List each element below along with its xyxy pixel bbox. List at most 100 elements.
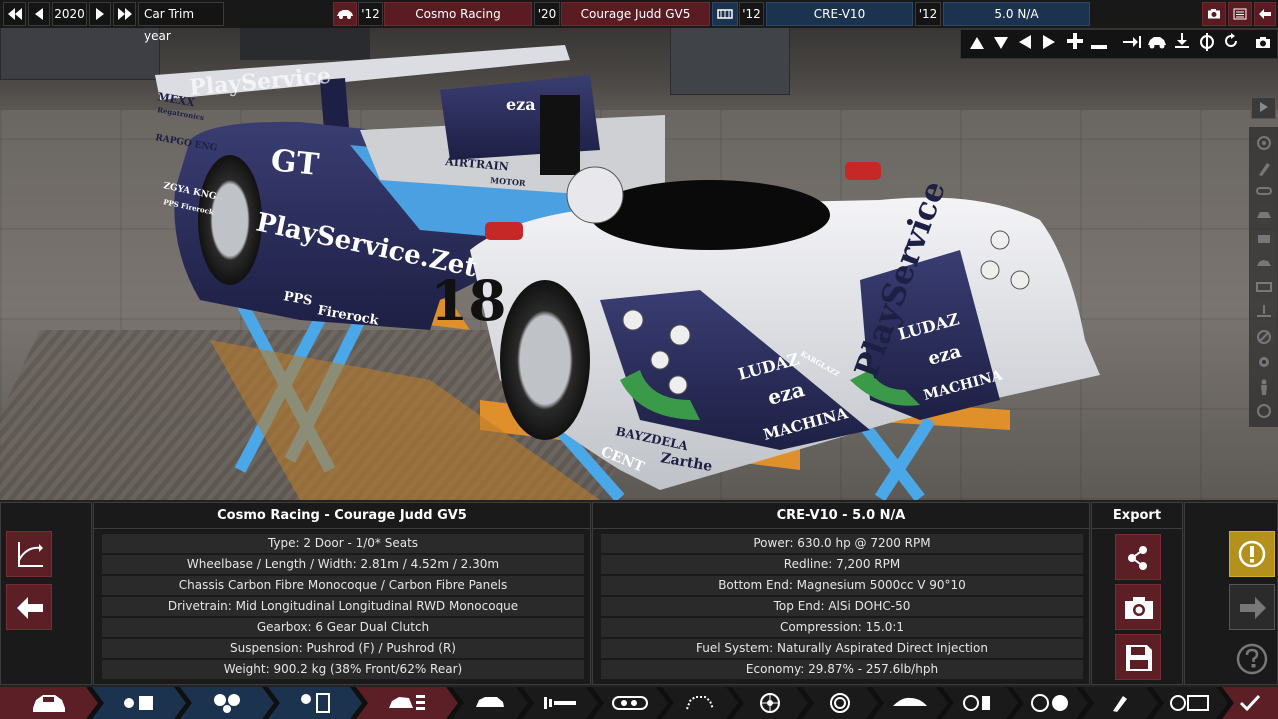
steering-tab-icon [1030, 693, 1070, 713]
help-button[interactable] [1229, 636, 1275, 682]
exit-icon [1259, 9, 1271, 19]
export-photo-button[interactable] [1115, 584, 1161, 630]
next-year-button[interactable] [89, 2, 111, 26]
view-tool-interior[interactable] [1255, 232, 1273, 250]
company-name[interactable]: Cosmo Racing [384, 2, 532, 26]
view-tool-car[interactable] [1255, 256, 1273, 274]
engine-family[interactable]: CRE-V10 [766, 2, 913, 26]
screenshot-button[interactable] [1202, 2, 1226, 26]
view-tools-strip [1249, 127, 1278, 427]
zoom-out-button[interactable] [1088, 33, 1110, 55]
engine-info-row: Power: 630.0 hp @ 7200 RPM [601, 534, 1083, 553]
rotate-button[interactable] [1196, 33, 1218, 55]
camera-right-button[interactable] [1038, 33, 1060, 55]
workflow-tabs [0, 687, 1278, 719]
view-tool-glasses[interactable] [1255, 184, 1273, 202]
next-icon [96, 8, 104, 20]
photo-button[interactable] [1252, 33, 1274, 55]
model-tab-icon [121, 693, 157, 713]
camera-controls [960, 29, 1278, 59]
tab-wheels[interactable] [732, 687, 808, 719]
share-button[interactable] [1115, 534, 1161, 580]
left-actions [0, 502, 92, 685]
help-icon [1236, 643, 1268, 675]
tab-brakes[interactable] [802, 687, 878, 719]
tab-body[interactable] [452, 687, 528, 719]
warning-icon [1238, 540, 1266, 568]
tab-aero[interactable] [662, 687, 738, 719]
paint-icon [1259, 163, 1270, 176]
tab-finish[interactable] [1222, 687, 1278, 719]
3d-viewport[interactable]: GT PlayService.Zet PPS Firerock PlayServ… [0, 0, 1278, 500]
ground-button[interactable] [1171, 33, 1193, 55]
car-view-button[interactable] [1146, 33, 1168, 55]
reset-camera-button[interactable] [1220, 33, 1242, 55]
sidebar-expand-button[interactable] [1251, 97, 1276, 119]
tab-underbody[interactable] [872, 687, 948, 719]
menu-button[interactable] [1228, 2, 1252, 26]
underbody-tab-icon [892, 695, 928, 711]
view-tool-underbody[interactable] [1255, 304, 1273, 322]
year-field[interactable]: 2020 [52, 2, 87, 26]
livery-gt: GT [269, 143, 321, 183]
warning-button[interactable] [1229, 531, 1275, 577]
view-tool-person[interactable] [1255, 379, 1273, 397]
camera-icon [1256, 37, 1270, 48]
tab-steering[interactable] [1012, 687, 1088, 719]
view-tool-settings[interactable] [1255, 354, 1273, 372]
tab-engine[interactable] [268, 687, 362, 719]
car-info-row: Suspension: Pushrod (F) / Pushrod (R) [102, 639, 584, 658]
graph-button[interactable] [6, 531, 52, 577]
hide-icon [1257, 330, 1271, 344]
grille-icon [1256, 282, 1272, 292]
next-button[interactable] [1229, 584, 1275, 630]
pan-button[interactable] [1121, 33, 1143, 55]
tab-testing[interactable] [1152, 687, 1228, 719]
tab-car[interactable] [0, 687, 98, 719]
tab-model[interactable] [92, 687, 186, 719]
zoom-in-button[interactable] [1064, 33, 1086, 55]
engine-chassis-button[interactable] [712, 2, 738, 26]
tab-car-design[interactable] [356, 687, 458, 719]
last-year-button[interactable] [113, 2, 136, 26]
car-info-panel: Cosmo Racing - Courage Judd GV5 Type: 2 … [93, 502, 591, 685]
model-name[interactable]: Courage Judd GV5 [561, 2, 710, 26]
body-icon [1257, 212, 1271, 218]
prev-year-button[interactable] [28, 2, 50, 26]
view-tool-grille[interactable] [1255, 280, 1273, 298]
rotate-icon [1200, 33, 1214, 51]
car-info-row: Gearbox: 6 Gear Dual Clutch [102, 618, 584, 637]
camera-up-button[interactable] [966, 33, 988, 55]
engine-tab-icon [297, 692, 333, 714]
reset-icon [1225, 33, 1237, 47]
view-tool-hide[interactable] [1255, 329, 1273, 347]
top-bar: 2020 Car Trim year '12 Cosmo Racing '20 … [0, 0, 1278, 43]
engine-variant[interactable]: 5.0 N/A [943, 2, 1090, 26]
view-tool-body[interactable] [1255, 208, 1273, 226]
next-arrow-icon [1240, 597, 1266, 619]
car-info-title: Cosmo Racing - Courage Judd GV5 [94, 503, 590, 529]
interior-icon [1258, 235, 1270, 243]
tab-interior[interactable] [942, 687, 1018, 719]
model-year: '12 [358, 2, 383, 26]
tab-trim[interactable] [180, 687, 274, 719]
platform-year: '20 [534, 2, 560, 26]
engine-info-panel: CRE-V10 - 5.0 N/A Power: 630.0 hp @ 7200… [592, 502, 1090, 685]
view-tool-wheel[interactable] [1255, 135, 1273, 153]
tab-paint[interactable] [1082, 687, 1158, 719]
up-arrow-icon [970, 37, 984, 49]
graph-icon [18, 542, 43, 567]
camera-down-button[interactable] [990, 33, 1012, 55]
save-button[interactable] [1115, 634, 1161, 680]
tab-lights[interactable] [592, 687, 668, 719]
tab-fixtures[interactable] [522, 687, 598, 719]
first-year-button[interactable] [3, 2, 26, 26]
view-tool-paint[interactable] [1255, 161, 1273, 179]
underbody-icon [1257, 305, 1271, 317]
view-tool-circle[interactable] [1255, 403, 1273, 421]
camera-left-button[interactable] [1014, 33, 1036, 55]
exit-button[interactable] [1254, 2, 1276, 26]
back-button[interactable] [6, 584, 52, 630]
model-car-button[interactable] [333, 2, 357, 26]
car-icon [337, 10, 353, 19]
